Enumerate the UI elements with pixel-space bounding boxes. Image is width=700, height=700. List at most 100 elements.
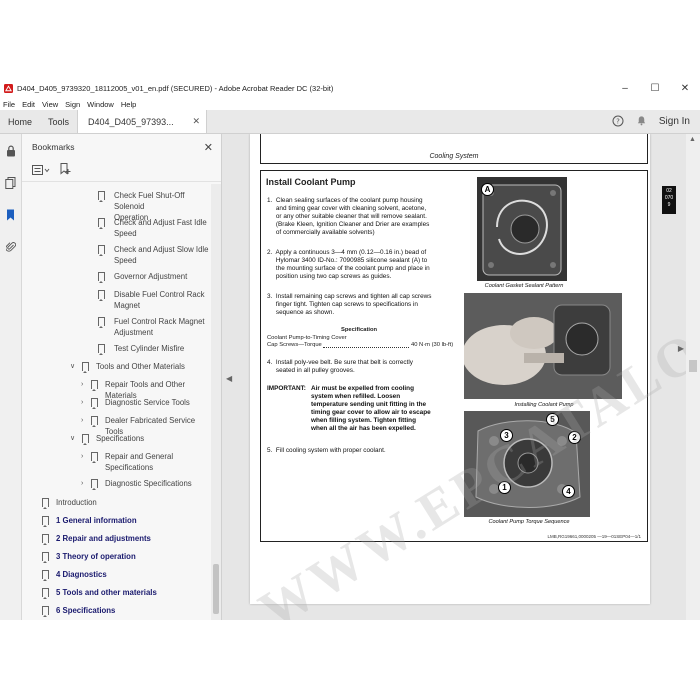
left-navigation-rail — [0, 134, 22, 620]
bookmark-flag-icon — [98, 290, 105, 301]
page-header-box: Cooling System — [260, 134, 648, 164]
bookmark-item[interactable]: › Dealer Fabricated Service Tools — [22, 415, 211, 436]
document-viewport[interactable]: Cooling System Install Coolant Pump 1. C… — [222, 134, 700, 620]
bookmarks-scrollbar-thumb[interactable] — [213, 564, 219, 614]
step-5: 5. Fill cooling system with proper coola… — [267, 447, 386, 454]
chevron-right-icon[interactable]: › — [81, 415, 83, 426]
menu-edit[interactable]: Edit — [22, 100, 35, 109]
attachment-icon[interactable] — [4, 240, 16, 258]
menu-view[interactable]: View — [42, 100, 58, 109]
tab-document[interactable]: D404_D405_97393... ✕ — [77, 110, 208, 133]
spec-line-2-left: Cap Screws—Torque — [267, 342, 322, 348]
close-panel-icon[interactable]: ✕ — [204, 141, 213, 154]
close-tab-icon[interactable]: ✕ — [192, 116, 200, 127]
bookmark-label: 3 Theory of operation — [56, 552, 136, 561]
bookmark-item[interactable]: ∨ Tools and Other Materials — [22, 361, 211, 373]
bookmark-item[interactable]: › Repair Tools and Other Materials — [22, 379, 211, 400]
chevron-right-icon[interactable]: › — [81, 451, 83, 462]
expand-right-arrow-icon[interactable]: ▶ — [678, 344, 684, 353]
callout-2: 2 — [568, 431, 581, 444]
bookmark-label: Fuel Control Rack Magnet Adjustment — [114, 317, 205, 337]
tab-tools[interactable]: Tools — [40, 110, 77, 133]
tab-spacer — [207, 110, 612, 133]
bookmark-label: 4 Diagnostics — [56, 570, 107, 579]
sign-in-button[interactable]: Sign In — [659, 116, 690, 127]
bookmark-item[interactable]: ∨ Specifications — [22, 433, 211, 445]
bookmark-flag-icon — [91, 416, 98, 427]
new-bookmark-icon[interactable] — [60, 162, 71, 180]
bookmark-options-icon[interactable] — [32, 162, 50, 180]
bookmark-item-chapter-6[interactable]: 6 Specifications — [22, 605, 211, 617]
important-text: Air must be expelled from cooling system… — [311, 385, 431, 432]
bookmark-flag-icon — [82, 434, 89, 445]
bookmark-label: Disable Fuel Control Rack Magnet — [114, 290, 205, 310]
tab-home[interactable]: Home — [0, 110, 40, 133]
lock-icon[interactable] — [6, 144, 16, 162]
menu-sign[interactable]: Sign — [65, 100, 80, 109]
figure-torque-sequence-drawing — [464, 411, 590, 517]
bookmark-flag-icon — [82, 362, 89, 373]
menu-help[interactable]: Help — [121, 100, 136, 109]
chevron-right-icon[interactable]: › — [81, 397, 83, 408]
window-title: D404_D405_9739320_18112005_v01_en.pdf (S… — [17, 83, 334, 93]
tab-bar: Home Tools D404_D405_97393... ✕ ? Sign I… — [0, 110, 700, 134]
chevron-down-icon[interactable]: ∨ — [70, 433, 75, 444]
bookmarks-toolbar — [22, 160, 221, 182]
bookmark-flag-icon — [42, 516, 49, 527]
main-area: Bookmarks ✕ Check Fuel Shut-Off Solenoid… — [0, 134, 700, 620]
pages-thumbnail-icon[interactable] — [5, 176, 16, 194]
important-label: IMPORTANT: — [267, 385, 306, 392]
callout-3: 3 — [500, 429, 513, 442]
bookmark-item[interactable]: Disable Fuel Control Rack Magnet — [22, 289, 211, 313]
menu-window[interactable]: Window — [87, 100, 114, 109]
close-window-button[interactable]: ✕ — [670, 78, 700, 98]
step-4: 4. Install poly-vee belt. Be sure that b… — [267, 359, 413, 374]
chevron-right-icon[interactable]: › — [81, 478, 83, 489]
bookmark-label: Tools and Other Materials — [96, 362, 185, 371]
scroll-up-arrow-icon[interactable]: ▲ — [689, 136, 696, 143]
bookmarks-scrollbar[interactable] — [211, 184, 221, 620]
bookmark-item[interactable]: Check and Adjust Slow Idle Speed — [22, 244, 211, 268]
tab-document-label: D404_D405_97393... — [88, 116, 174, 127]
bookmark-item[interactable]: › Diagnostic Specifications — [22, 478, 211, 490]
bookmark-item-chapter-3[interactable]: 3 Theory of operation — [22, 551, 211, 563]
bookmark-label: 1 General information — [56, 516, 137, 525]
bookmark-label: 2 Repair and adjustments — [56, 534, 151, 543]
figure-installing-pump — [464, 293, 622, 399]
bookmark-item[interactable]: Check Fuel Shut-Off Solenoid Operation — [22, 190, 211, 222]
figure-sealant-pattern: A — [477, 177, 567, 281]
bookmark-item-chapter-1[interactable]: 1 General information — [22, 515, 211, 527]
expand-left-arrow-icon[interactable]: ◀ — [226, 374, 232, 383]
document-scrollbar[interactable]: ▲ — [686, 134, 700, 620]
bookmark-item[interactable]: Check and Adjust Fast Idle Speed — [22, 217, 211, 241]
bookmark-item[interactable]: › Diagnostic Service Tools — [22, 397, 211, 409]
bookmark-flag-icon — [42, 498, 49, 509]
bookmark-label: Introduction — [56, 498, 97, 507]
bookmark-label: Test Cylinder Misfire — [114, 344, 185, 353]
document-scrollbar-thumb[interactable] — [689, 360, 697, 372]
bookmarks-panel: Bookmarks ✕ Check Fuel Shut-Off Solenoid… — [22, 134, 229, 620]
maximize-button[interactable]: ☐ — [640, 78, 670, 98]
bookmark-item[interactable]: Fuel Control Rack Magnet Adjustment — [22, 316, 211, 340]
help-icon[interactable]: ? — [612, 115, 624, 129]
bookmark-item-chapter-2[interactable]: 2 Repair and adjustments — [22, 533, 211, 545]
bookmark-item[interactable]: › Repair and General Specifications — [22, 451, 211, 475]
pdf-page: Cooling System Install Coolant Pump 1. C… — [249, 134, 700, 620]
chevron-right-icon[interactable]: › — [81, 379, 83, 390]
bookmark-item-chapter-4[interactable]: 4 Diagnostics — [22, 569, 211, 581]
bookmark-item[interactable]: Test Cylinder Misfire — [22, 343, 211, 355]
menu-file[interactable]: File — [3, 100, 15, 109]
spec-leader-line — [323, 347, 409, 348]
svg-text:?: ? — [616, 117, 620, 125]
bookmark-item-introduction[interactable]: Introduction — [22, 497, 211, 509]
minimize-button[interactable]: – — [610, 78, 640, 98]
bookmark-label: Check and Adjust Fast Idle Speed — [114, 218, 207, 238]
bookmark-flag-icon — [42, 552, 49, 563]
bookmark-panel-icon[interactable] — [6, 208, 15, 226]
bookmark-flag-icon — [98, 245, 105, 256]
notification-bell-icon[interactable] — [636, 115, 647, 128]
bookmark-item-chapter-5[interactable]: 5 Tools and other materials — [22, 587, 211, 599]
chevron-down-icon[interactable]: ∨ — [70, 361, 75, 372]
bookmark-label: Specifications — [96, 434, 145, 443]
bookmark-item[interactable]: Governor Adjustment — [22, 271, 211, 283]
